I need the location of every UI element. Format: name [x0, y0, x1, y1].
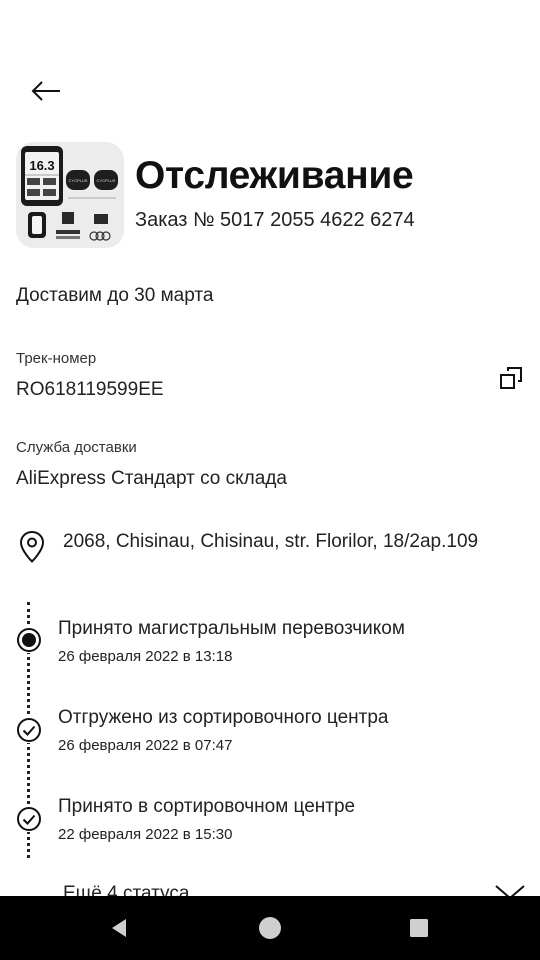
- carrier-name: AliExpress Стандарт со склада: [16, 468, 287, 489]
- copy-icon: [500, 367, 522, 389]
- product-thumbnail: 16.3 CYCPLUS CYCPLUS: [16, 142, 124, 248]
- order-number: Заказ № 5017 2055 4622 6274: [135, 209, 415, 231]
- page-title: Отслеживание: [135, 154, 414, 197]
- check-circle-icon: [16, 717, 42, 743]
- status-title: Принято магистральным перевозчиком: [58, 618, 405, 639]
- status-date: 22 февраля 2022 в 15:30: [58, 826, 233, 843]
- status-title: Отгружено из сортировочного центра: [58, 707, 389, 728]
- arrow-left-icon: [31, 81, 60, 101]
- delivery-estimate: Доставим до 30 марта: [16, 285, 214, 306]
- status-current-icon: [16, 627, 42, 653]
- nav-home-button[interactable]: [250, 908, 290, 948]
- sensor-label-left: CYCPLUS: [69, 178, 88, 183]
- square-recents-icon: [410, 919, 428, 937]
- carrier-label: Служба доставки: [16, 439, 137, 456]
- delivery-address: 2068, Chisinau, Chisinau, str. Florilor,…: [63, 531, 479, 552]
- status-title: Принято в сортировочном центре: [58, 796, 356, 817]
- device-screen-value: 16.3: [29, 158, 54, 173]
- system-navigation-bar: [0, 896, 540, 960]
- triangle-back-icon: [112, 919, 126, 937]
- tracking-number: RO618119599EE: [16, 379, 164, 400]
- nav-recents-button[interactable]: [399, 908, 439, 948]
- tracking-label: Трек-номер: [16, 350, 97, 367]
- map-pin-icon: [19, 530, 45, 563]
- copy-tracking-button[interactable]: [494, 361, 528, 395]
- status-date: 26 февраля 2022 в 13:18: [58, 648, 233, 665]
- check-circle-icon: [16, 806, 42, 832]
- back-button[interactable]: [22, 70, 70, 112]
- status-date: 26 февраля 2022 в 07:47: [58, 737, 233, 754]
- circle-home-icon: [259, 917, 281, 939]
- nav-back-button[interactable]: [99, 908, 139, 948]
- sensor-label-right: CYCPLUS: [97, 178, 116, 183]
